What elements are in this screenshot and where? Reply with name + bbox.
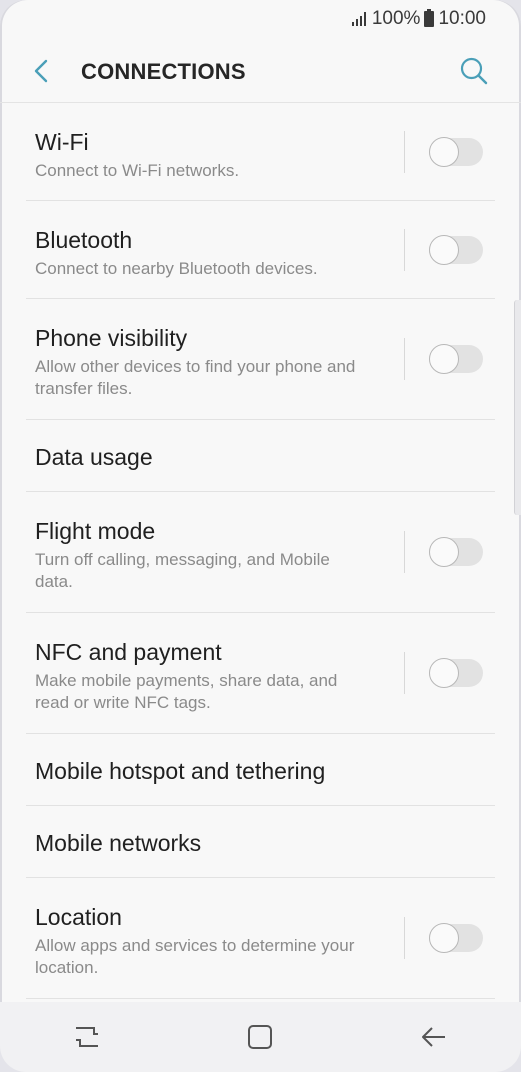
app-header: CONNECTIONS (0, 40, 521, 103)
chevron-left-icon (34, 59, 48, 83)
setting-row-mobile-hotspot-and-tethering[interactable]: Mobile hotspot and tethering (26, 734, 495, 806)
toggle-knob (429, 658, 459, 688)
setting-label: Mobile hotspot and tethering (35, 758, 326, 784)
setting-texts: Flight mode Turn off calling, messaging, … (26, 492, 495, 593)
setting-texts: Phone visibility Allow other devices to f… (26, 299, 495, 400)
vertical-divider (404, 917, 405, 959)
toggle-switch-location[interactable] (429, 923, 483, 953)
setting-row-mobile-networks[interactable]: Mobile networks (26, 806, 495, 878)
toggle-switch-wi-fi[interactable] (429, 136, 483, 167)
setting-label: Wi-Fi (35, 129, 89, 155)
setting-label: Bluetooth (35, 227, 133, 253)
toggle-knob (429, 344, 459, 374)
setting-row-location[interactable]: Location Allow apps and services to deter… (26, 878, 495, 999)
toggle-knob (429, 234, 459, 265)
battery-percent: 100% (371, 8, 421, 29)
status-bar: 100% 10:00 (0, 0, 521, 38)
setting-description: Turn off calling, messaging, and Mobile … (35, 550, 330, 591)
home-icon (248, 1025, 273, 1049)
toggle-switch-bluetooth[interactable] (429, 234, 483, 265)
setting-label: Flight mode (35, 518, 156, 544)
setting-label: Phone visibility (35, 325, 188, 351)
page-title: CONNECTIONS (81, 59, 246, 84)
setting-texts: Mobile networks (26, 806, 495, 857)
setting-description: Allow apps and services to determine you… (35, 936, 355, 977)
setting-texts: Wi-Fi Connect to Wi-Fi networks. (26, 103, 495, 182)
toggle-switch-nfc-and-payment[interactable] (429, 658, 483, 688)
setting-texts: Data usage (26, 420, 495, 471)
clock: 10:00 (438, 8, 486, 29)
setting-description: Connect to Wi-Fi networks. (35, 161, 240, 180)
setting-texts: Mobile hotspot and tethering (26, 734, 495, 785)
navigation-bar (0, 1002, 521, 1072)
back-arrow-icon (422, 1027, 446, 1047)
setting-label: Mobile networks (35, 830, 202, 856)
setting-description: Make mobile payments, share data, and re… (35, 671, 338, 712)
signal-icon (351, 12, 366, 26)
recent-apps-icon (75, 1027, 98, 1047)
setting-texts: NFC and payment Make mobile payments, sha… (26, 613, 495, 714)
toggle-switch-flight-mode[interactable] (429, 537, 483, 567)
setting-texts: Bluetooth Connect to nearby Bluetooth dev… (26, 201, 495, 280)
setting-description: Connect to nearby Bluetooth devices. (35, 259, 318, 278)
search-button[interactable] (457, 54, 491, 88)
setting-row-wi-fi[interactable]: Wi-Fi Connect to Wi-Fi networks. (26, 103, 495, 201)
setting-texts: Location Allow apps and services to deter… (26, 878, 495, 979)
setting-row-phone-visibility[interactable]: Phone visibility Allow other devices to f… (26, 299, 495, 420)
vertical-divider (404, 338, 405, 380)
setting-row-data-usage[interactable]: Data usage (26, 420, 495, 492)
vertical-divider (404, 228, 405, 271)
setting-label: Data usage (35, 444, 153, 470)
home-button[interactable] (230, 1012, 290, 1062)
back-nav-button[interactable] (404, 1012, 464, 1062)
phone-screen: 100% 10:00 CONNECTIONS Wi-Fi Connect to W… (0, 0, 521, 1072)
toggle-knob (429, 537, 459, 567)
settings-list: Wi-Fi Connect to Wi-Fi networks. Bluetooth… (0, 103, 521, 999)
recent-apps-button[interactable] (57, 1012, 117, 1062)
toggle-knob (429, 923, 459, 953)
vertical-divider (404, 531, 405, 573)
setting-row-flight-mode[interactable]: Flight mode Turn off calling, messaging, … (26, 492, 495, 613)
vertical-divider (404, 130, 405, 173)
toggle-switch-phone-visibility[interactable] (429, 344, 483, 374)
vertical-divider (404, 652, 405, 694)
setting-description: Allow other devices to find your phone a… (35, 357, 356, 398)
setting-row-nfc-and-payment[interactable]: NFC and payment Make mobile payments, sha… (26, 613, 495, 734)
search-icon (460, 57, 488, 85)
setting-label: NFC and payment (35, 639, 222, 665)
setting-row-bluetooth[interactable]: Bluetooth Connect to nearby Bluetooth dev… (26, 201, 495, 299)
setting-label: Location (35, 904, 122, 930)
toggle-knob (429, 136, 459, 167)
back-button[interactable] (26, 56, 56, 86)
battery-icon (424, 9, 435, 27)
